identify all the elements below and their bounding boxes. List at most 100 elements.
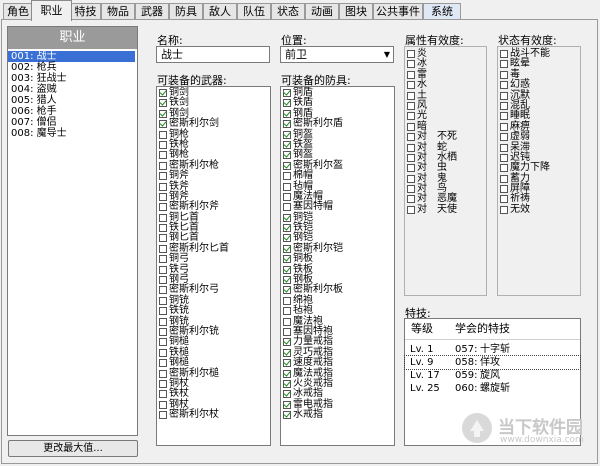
checkbox[interactable]: [159, 379, 167, 388]
position-select[interactable]: 前卫 ▼: [280, 46, 394, 63]
states-item[interactable]: 幻惑: [498, 79, 580, 90]
checkbox[interactable]: [407, 164, 415, 173]
checkbox[interactable]: [283, 265, 291, 274]
checkbox[interactable]: [500, 164, 508, 173]
checkbox[interactable]: [159, 172, 167, 181]
armors-item[interactable]: 密斯利尔盾: [281, 118, 394, 129]
checkbox[interactable]: [407, 91, 415, 100]
elements-item[interactable]: 水: [405, 79, 486, 90]
tab-0[interactable]: 角色: [3, 3, 33, 19]
checkbox[interactable]: [283, 213, 291, 222]
tab-12[interactable]: 系统: [423, 3, 461, 19]
skill-row[interactable]: Lv. 9 058: 佯攻: [404, 355, 581, 370]
checkbox[interactable]: [407, 153, 415, 162]
checkbox[interactable]: [283, 390, 291, 399]
checkbox[interactable]: [283, 182, 291, 191]
checkbox[interactable]: [407, 50, 415, 58]
checkbox[interactable]: [407, 133, 415, 142]
elements-item[interactable]: 对 天使: [405, 204, 486, 215]
change-max-button[interactable]: 更改最大值...: [8, 440, 138, 457]
checkbox[interactable]: [500, 50, 508, 58]
checkbox[interactable]: [500, 205, 508, 214]
class-list-item[interactable]: 001: 战士: [8, 51, 135, 62]
class-list-item[interactable]: 007: 僧侣: [8, 117, 137, 128]
checkbox[interactable]: [159, 140, 167, 149]
checkbox[interactable]: [500, 122, 508, 131]
checkbox[interactable]: [159, 255, 167, 264]
checkbox[interactable]: [159, 130, 167, 139]
checkbox[interactable]: [500, 174, 508, 183]
skill-row[interactable]: Lv. 25 060: 螺旋斩: [405, 382, 580, 395]
checkbox[interactable]: [500, 91, 508, 100]
tab-10[interactable]: 图块: [339, 3, 373, 19]
checkbox[interactable]: [283, 276, 291, 285]
checkbox[interactable]: [159, 99, 167, 108]
checkbox[interactable]: [407, 174, 415, 183]
class-list-item[interactable]: 006: 枪手: [8, 106, 137, 117]
checkbox[interactable]: [159, 213, 167, 222]
checkbox[interactable]: [500, 81, 508, 90]
armors-item[interactable]: 速度戒指: [281, 357, 394, 368]
checkbox[interactable]: [159, 307, 167, 316]
weapons-item[interactable]: 密斯利尔杖: [157, 409, 270, 420]
checkbox[interactable]: [159, 120, 167, 129]
weapons-item[interactable]: 密斯利尔剑: [157, 118, 270, 129]
checkbox[interactable]: [159, 234, 167, 243]
states-item[interactable]: 虚弱: [498, 131, 580, 142]
checkbox[interactable]: [159, 296, 167, 305]
tab-11[interactable]: 公共事件: [373, 3, 423, 19]
checkbox[interactable]: [407, 70, 415, 79]
tab-2[interactable]: 特技: [70, 3, 101, 19]
checkbox[interactable]: [159, 151, 167, 160]
checkbox[interactable]: [159, 276, 167, 285]
checkbox[interactable]: [407, 81, 415, 90]
checkbox[interactable]: [283, 151, 291, 160]
checkbox[interactable]: [159, 400, 167, 409]
checkbox[interactable]: [159, 89, 167, 97]
armors-list[interactable]: 铜盾 铁盾 钢盾 密斯利尔盾 铜盔 铁盔 钢盔 密斯利尔盔 棉帽 毡帽 魔法帽 塞因特帽 铜铠 铁铠 钢铠密…: [280, 86, 395, 446]
class-list-item[interactable]: 003: 狂战士: [8, 73, 137, 84]
checkbox[interactable]: [283, 348, 291, 357]
checkbox[interactable]: [407, 205, 415, 214]
checkbox[interactable]: [159, 338, 167, 347]
checkbox[interactable]: [283, 411, 291, 420]
tab-1[interactable]: 职业: [31, 0, 72, 21]
class-list-item[interactable]: 005: 猎人: [8, 95, 137, 106]
armors-item[interactable]: 水戒指: [281, 409, 394, 420]
checkbox[interactable]: [283, 140, 291, 149]
checkbox[interactable]: [407, 195, 415, 204]
checkbox[interactable]: [407, 185, 415, 194]
checkbox[interactable]: [283, 338, 291, 347]
checkbox[interactable]: [159, 265, 167, 274]
checkbox[interactable]: [283, 161, 291, 170]
tab-9[interactable]: 动画: [305, 3, 339, 19]
checkbox[interactable]: [500, 70, 508, 79]
class-list[interactable]: 职业 001: 战士 002: 枪兵 003: 狂战士 004: 盗贼 005: 猎人 0…: [7, 26, 138, 436]
states-item[interactable]: 无效: [498, 204, 580, 215]
checkbox[interactable]: [283, 327, 291, 336]
checkbox[interactable]: [283, 109, 291, 118]
checkbox[interactable]: [159, 161, 167, 170]
weapons-item[interactable]: 铜斧: [157, 170, 270, 181]
checkbox[interactable]: [283, 379, 291, 388]
checkbox[interactable]: [283, 120, 291, 129]
checkbox[interactable]: [283, 224, 291, 233]
checkbox[interactable]: [500, 133, 508, 142]
tab-6[interactable]: 敌人: [203, 3, 237, 19]
checkbox[interactable]: [500, 60, 508, 69]
checkbox[interactable]: [283, 244, 291, 253]
tab-4[interactable]: 武器: [135, 3, 169, 19]
class-list-item[interactable]: 008: 魔导士: [8, 128, 137, 139]
armors-item[interactable]: 棉帽: [281, 170, 394, 181]
checkbox[interactable]: [407, 60, 415, 69]
checkbox[interactable]: [159, 192, 167, 201]
checkbox[interactable]: [283, 359, 291, 368]
checkbox[interactable]: [283, 400, 291, 409]
checkbox[interactable]: [283, 296, 291, 305]
checkbox[interactable]: [159, 286, 167, 295]
skill-row[interactable]: Lv. 1 057: 十字斩: [405, 343, 580, 356]
checkbox[interactable]: [500, 143, 508, 152]
checkbox[interactable]: [407, 143, 415, 152]
checkbox[interactable]: [283, 317, 291, 326]
checkbox[interactable]: [159, 348, 167, 357]
